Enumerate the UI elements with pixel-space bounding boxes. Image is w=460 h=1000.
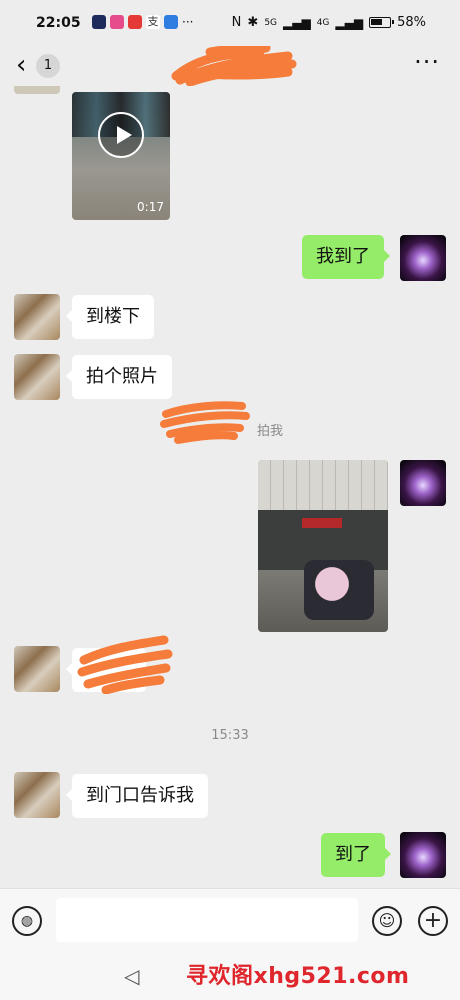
message-bubble-incoming[interactable]: 到门口告诉我	[66, 774, 208, 818]
avatar-me[interactable]	[400, 460, 446, 506]
avatar-contact[interactable]	[14, 772, 60, 818]
back-button[interactable]: ‹	[16, 52, 26, 78]
avatar-partial	[14, 86, 60, 94]
battery-icon	[369, 17, 395, 28]
app-notification-icon	[92, 15, 106, 29]
input-bar: ◍ ☺ +	[0, 888, 460, 952]
status-app-icons: 支 ···	[92, 15, 193, 29]
app-notification-icon	[110, 15, 124, 29]
bluetooth-icon: ✱	[247, 15, 259, 30]
photo-banner	[302, 518, 342, 528]
redaction-scribble	[77, 635, 173, 694]
message-bubble-outgoing[interactable]: 到了	[321, 833, 391, 877]
redaction-scribble	[171, 46, 297, 86]
plus-icon[interactable]: +	[418, 906, 448, 936]
cloud-icon	[164, 15, 178, 29]
avatar-contact[interactable]	[14, 646, 60, 692]
voice-icon[interactable]: ◍	[12, 906, 42, 936]
avatar-me[interactable]	[400, 832, 446, 878]
battery-percent: 58%	[397, 15, 426, 30]
signal-bars-icon: ▂▄▆	[335, 15, 364, 30]
signal-4g-icon: 4G	[316, 17, 330, 28]
photo-ceiling	[258, 460, 388, 510]
status-indicators: N ✱ 5G ▂▄▆ 4G ▂▄▆ 58%	[232, 15, 426, 30]
message-bubble-incoming[interactable]: 到楼下	[66, 295, 154, 339]
signal-5g-icon: 5G	[264, 17, 278, 28]
video-duration: 0:17	[137, 200, 164, 214]
message-bubble-incoming[interactable]: 拍个照片	[66, 355, 172, 399]
app-notification-icon	[128, 15, 142, 29]
status-bar: 22:05 支 ··· N ✱ 5G ▂▄▆ 4G ▂▄▆ 58%	[0, 0, 460, 46]
site-watermark: 寻欢阁xhg521.com	[186, 964, 410, 989]
redaction-scribble	[160, 401, 250, 444]
avatar-contact[interactable]	[14, 354, 60, 400]
unread-count-badge[interactable]: 1	[36, 54, 60, 78]
nav-back-icon[interactable]: ◁	[124, 964, 139, 988]
time-divider: 15:33	[211, 728, 249, 743]
more-options-button[interactable]: ···	[414, 48, 440, 76]
signal-bars-icon: ▂▄▆	[283, 15, 311, 30]
system-nav-bar: ◁ 寻欢阁xhg521.com	[0, 952, 460, 1000]
alipay-icon: 支	[146, 15, 160, 29]
photo-scooter	[304, 560, 374, 620]
avatar-contact[interactable]	[14, 294, 60, 340]
chat-header: ‹ 1 ···	[0, 46, 460, 86]
message-bubble-outgoing[interactable]: 我到了	[302, 235, 390, 279]
system-pat-text: 拍我	[256, 424, 283, 439]
play-icon[interactable]	[98, 112, 144, 158]
message-input[interactable]	[56, 898, 358, 942]
status-time: 22:05	[36, 15, 81, 31]
video-message[interactable]: 0:17	[72, 92, 170, 220]
nfc-icon: N	[231, 15, 242, 30]
image-message[interactable]	[258, 460, 388, 632]
more-notifications-icon: ···	[182, 15, 194, 29]
emoji-icon[interactable]: ☺	[372, 906, 402, 936]
avatar-me[interactable]	[400, 235, 446, 281]
